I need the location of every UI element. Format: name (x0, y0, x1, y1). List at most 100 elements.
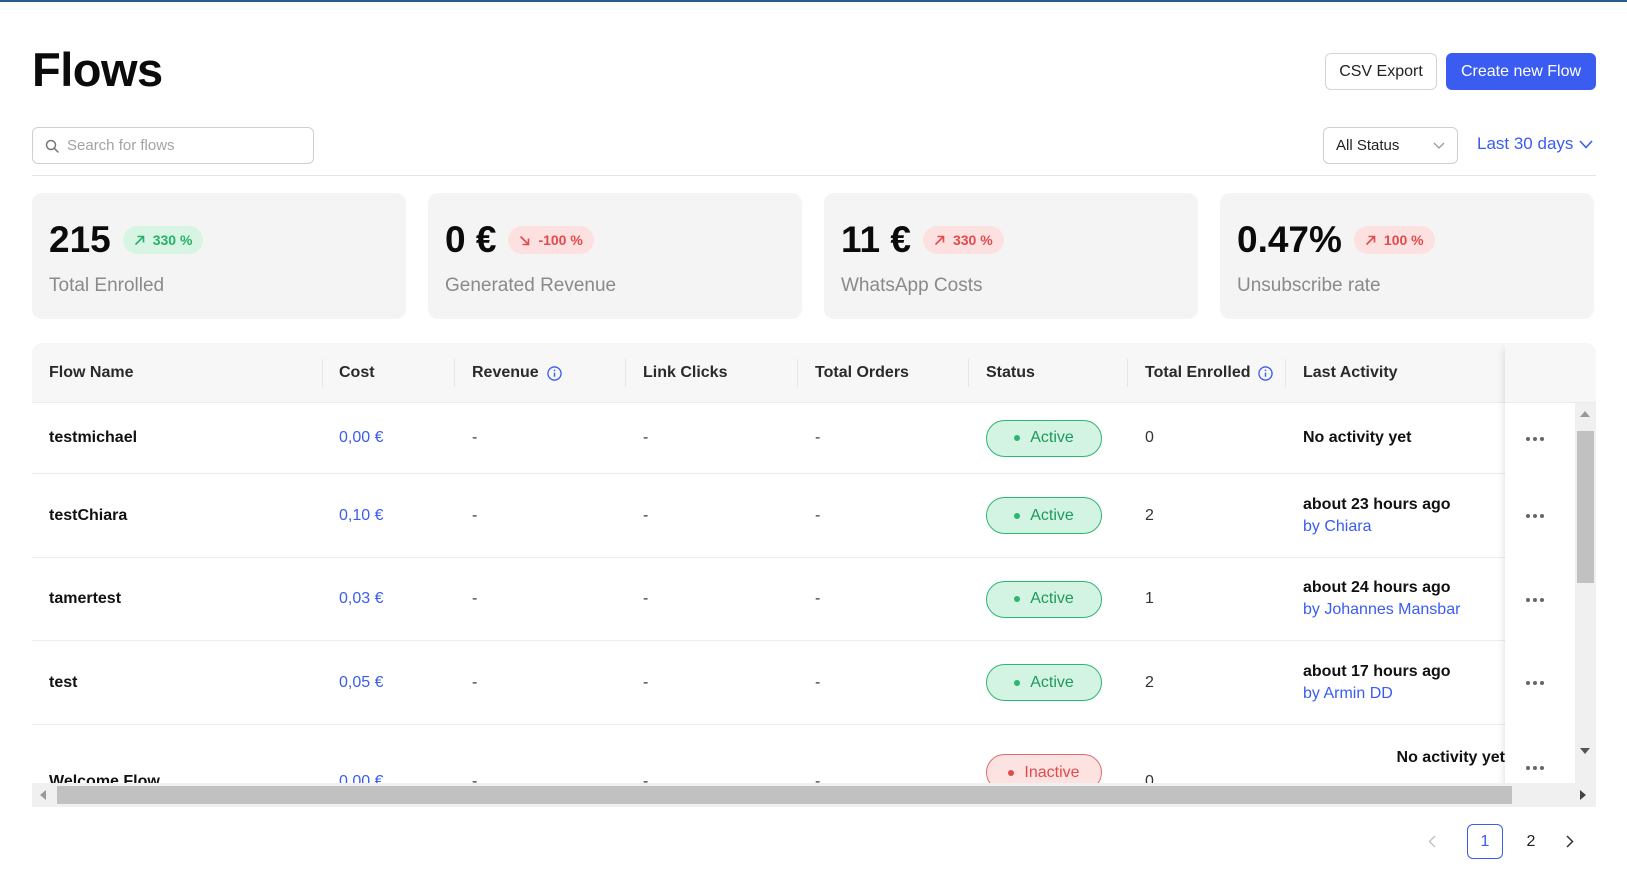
chevron-down-icon (1579, 139, 1593, 149)
column-divider (1127, 359, 1128, 387)
flow-link-clicks: - (643, 773, 649, 790)
column-divider (454, 359, 455, 387)
actions-header (1505, 343, 1596, 403)
status-label: Inactive (1024, 763, 1080, 781)
kpi-card: 11 € 330 % WhatsApp Costs (824, 193, 1198, 319)
status-dot (1014, 512, 1021, 519)
csv-export-button[interactable]: CSV Export (1325, 53, 1437, 90)
top-border (0, 0, 1627, 2)
column-divider (968, 359, 969, 387)
pagination-page-1[interactable]: 1 (1467, 824, 1503, 859)
column-header-total-orders[interactable]: Total Orders (815, 343, 909, 403)
table-row[interactable]: testmichael 0,00 € - - - Active 0 No activity y… (32, 403, 1575, 474)
info-icon[interactable] (1258, 365, 1274, 381)
column-divider (322, 359, 323, 387)
flow-cost[interactable]: 0,10 € (339, 474, 383, 557)
more-actions-icon[interactable] (1521, 429, 1549, 449)
flows-table: Flow Name Cost Revenue Link Clicks Total… (32, 343, 1596, 807)
flow-cost[interactable]: 0,05 € (339, 641, 383, 724)
flow-link-clicks: - (643, 506, 649, 524)
flow-total-orders: - (815, 590, 821, 607)
flow-cost[interactable]: 0,03 € (339, 558, 383, 640)
pagination-prev-button[interactable] (1420, 824, 1444, 859)
kpi-label: Generated Revenue (445, 275, 617, 296)
status-label: Active (1030, 673, 1074, 691)
column-header-last-activity[interactable]: Last Activity (1303, 343, 1398, 403)
more-actions-icon[interactable] (1521, 506, 1549, 526)
flow-name[interactable]: tamertest (49, 558, 121, 640)
column-header-revenue[interactable]: Revenue (472, 343, 562, 403)
last-activity: about 24 hours ago by Johannes Mansbar (1303, 558, 1505, 640)
kpi-value: 11 € (841, 219, 911, 260)
column-header-flow-name[interactable]: Flow Name (49, 343, 133, 403)
kpi-label: Total Enrolled (49, 275, 165, 296)
column-header-total-enrolled[interactable]: Total Enrolled (1145, 343, 1274, 403)
flow-cost[interactable]: 0,00 € (339, 403, 383, 473)
create-flow-button[interactable]: Create new Flow (1446, 53, 1596, 90)
search-input[interactable] (67, 137, 297, 154)
status-cell: Active (986, 403, 1102, 473)
flow-name[interactable]: testChiara (49, 474, 127, 557)
last-activity-user-link[interactable]: by Chiara (1303, 518, 1371, 536)
scroll-left-arrow[interactable] (40, 790, 46, 800)
info-icon[interactable] (546, 365, 562, 381)
flow-name[interactable]: Welcome Flow (49, 725, 160, 791)
horizontal-scroll-thumb[interactable] (57, 786, 1512, 804)
column-header-cost[interactable]: Cost (339, 343, 375, 403)
flow-name[interactable]: test (49, 641, 77, 724)
flow-link-clicks: - (643, 590, 649, 607)
last-activity-user-link[interactable]: by Johannes Mansbar (1303, 601, 1460, 619)
status-dot (1008, 769, 1015, 776)
more-actions-icon[interactable] (1521, 758, 1549, 778)
flow-link-clicks: - (643, 673, 649, 691)
flow-link-clicks: - (643, 429, 649, 446)
vertical-scrollbar[interactable] (1575, 403, 1596, 807)
more-actions-icon[interactable] (1521, 590, 1549, 610)
status-cell: Inactive (986, 725, 1102, 791)
pagination-next-button[interactable] (1558, 824, 1582, 859)
column-header-link-clicks[interactable]: Link Clicks (643, 343, 727, 403)
flow-total-orders: - (815, 773, 821, 790)
table-row[interactable]: Welcome Flow 0,00 € - - - Inactive 0 No activit… (32, 725, 1575, 791)
status-cell: Active (986, 558, 1102, 640)
table-row[interactable]: test 0,05 € - - - Active 2 about 17 hours ago by… (32, 641, 1575, 725)
flow-revenue: - (472, 673, 478, 691)
flow-cost[interactable]: 0,00 € (339, 725, 383, 791)
more-actions-icon[interactable] (1521, 673, 1549, 693)
kpi-change-badge: -100 % (508, 226, 594, 254)
kpi-value: 0 € (445, 219, 497, 260)
last-activity-time: about 17 hours ago (1303, 662, 1451, 680)
table-row[interactable]: tamertest 0,03 € - - - Active 1 about 24 hours … (32, 558, 1575, 641)
horizontal-scrollbar[interactable] (32, 783, 1596, 807)
last-activity-user-link[interactable]: by Armin DD (1303, 685, 1393, 703)
column-header-status[interactable]: Status (986, 343, 1035, 403)
status-label: Active (1030, 590, 1074, 607)
table-row[interactable]: testChiara 0,10 € - - - Active 2 about 23 hours… (32, 474, 1575, 558)
last-activity-time: about 23 hours ago (1303, 495, 1451, 513)
chevron-right-icon (1566, 835, 1574, 848)
flow-revenue: - (472, 506, 478, 524)
status-filter-value: All Status (1336, 137, 1400, 154)
flow-name[interactable]: testmichael (49, 403, 137, 473)
date-range-dropdown[interactable]: Last 30 days (1477, 134, 1593, 154)
arrow-down-right-icon (519, 235, 530, 246)
flow-revenue: - (472, 773, 478, 790)
status-label: Active (1030, 506, 1074, 524)
filter-divider (32, 175, 1596, 176)
search-box[interactable] (32, 127, 314, 164)
status-label: Active (1030, 429, 1074, 446)
kpi-change-badge: 100 % (1353, 226, 1435, 254)
status-badge: Active (986, 664, 1102, 701)
column-divider (625, 359, 626, 387)
scroll-right-arrow[interactable] (1580, 790, 1586, 800)
scroll-down-arrow[interactable] (1580, 748, 1590, 754)
status-badge: Active (986, 497, 1102, 534)
kpi-change-value: -100 % (538, 232, 583, 248)
pagination-page-2[interactable]: 2 (1513, 824, 1549, 859)
status-dot (1014, 596, 1021, 602)
scroll-up-arrow[interactable] (1580, 411, 1590, 417)
status-filter-select[interactable]: All Status (1323, 127, 1458, 164)
flow-total-enrolled: 0 (1145, 429, 1154, 446)
vertical-scroll-thumb[interactable] (1577, 431, 1594, 583)
page-title: Flows (32, 43, 163, 96)
